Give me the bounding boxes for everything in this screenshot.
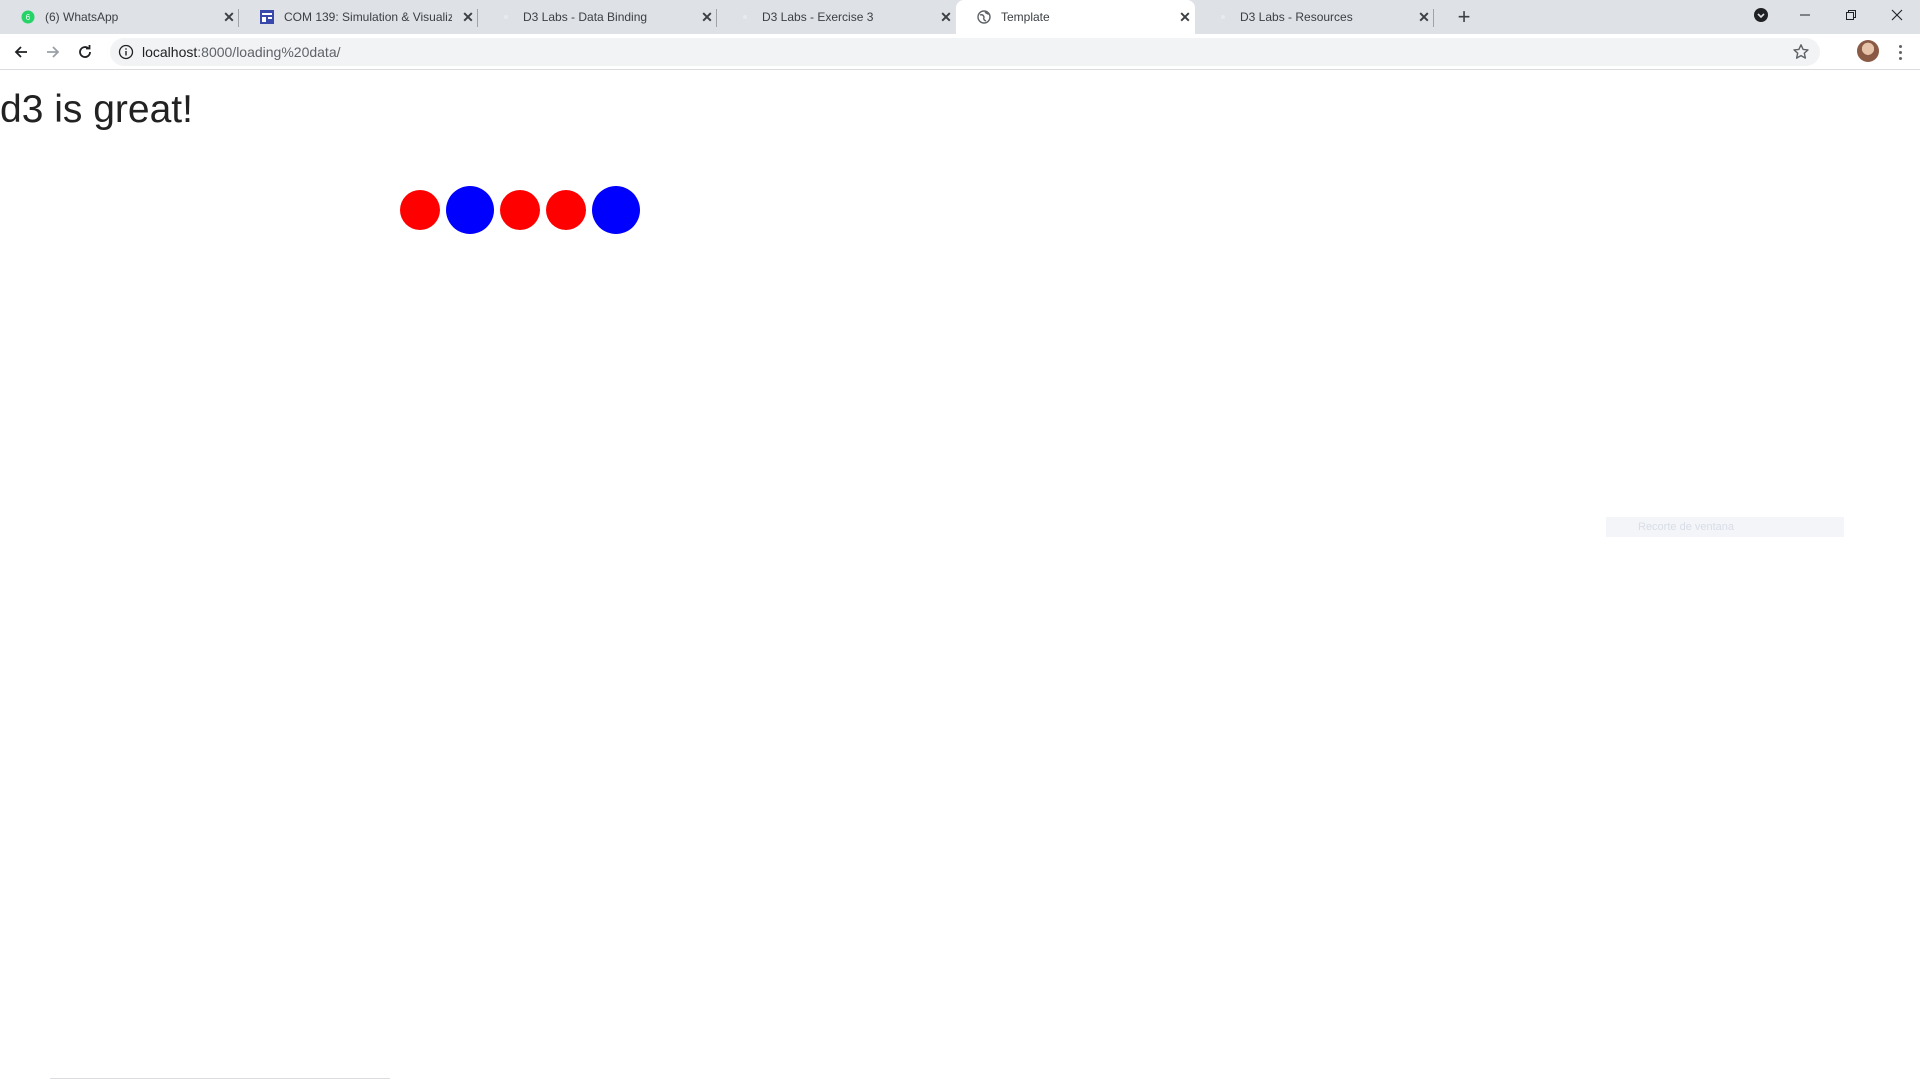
close-icon[interactable]: ✕ — [460, 9, 476, 25]
browser-toolbar: localhost:8000/loading%20data/ — [0, 34, 1920, 70]
url-path: :8000/loading%20data/ — [197, 44, 341, 60]
close-icon[interactable]: ✕ — [938, 9, 954, 25]
close-icon[interactable]: ✕ — [221, 9, 237, 25]
close-icon[interactable]: ✕ — [1416, 9, 1432, 25]
page-icon — [737, 9, 753, 25]
tab-title: D3 Labs - Exercise 3 — [762, 10, 874, 24]
close-icon[interactable]: ✕ — [699, 9, 715, 25]
circle-3 — [500, 190, 540, 230]
tab-separator — [1433, 9, 1434, 27]
tab-title: D3 Labs - Resources — [1240, 10, 1353, 24]
chevron-down-icon — [1754, 8, 1768, 22]
address-bar[interactable]: localhost:8000/loading%20data/ — [110, 38, 1820, 66]
restore-button[interactable] — [1828, 0, 1874, 30]
status-divider — [50, 1078, 390, 1079]
tab-title: (6) WhatsApp — [45, 10, 119, 24]
page-content: d3 is great! Recorte de ventana — [0, 71, 1920, 1080]
browser-menu-button[interactable] — [1890, 40, 1910, 64]
forward-arrow-icon — [47, 46, 60, 58]
new-tab-button[interactable]: + — [1452, 4, 1476, 29]
reload-icon — [79, 45, 91, 58]
bookmark-star-icon[interactable] — [1792, 43, 1810, 61]
tab-com139[interactable]: COM 139: Simulation & Visualiza ✕ — [239, 0, 478, 34]
tab-d3-data-binding[interactable]: D3 Labs - Data Binding ✕ — [478, 0, 717, 34]
tab-d3-resources[interactable]: D3 Labs - Resources ✕ — [1195, 0, 1434, 34]
course-icon — [259, 9, 275, 25]
avatar[interactable] — [1857, 40, 1879, 62]
reload-button[interactable] — [73, 40, 97, 64]
restore-icon — [1846, 10, 1856, 20]
close-icon — [1891, 9, 1903, 21]
circle-1 — [400, 190, 440, 230]
svg-text:6: 6 — [26, 13, 31, 22]
back-button[interactable] — [9, 40, 33, 64]
tab-title: COM 139: Simulation & Visualiza — [284, 10, 452, 24]
minimize-button[interactable] — [1782, 0, 1828, 30]
close-icon[interactable]: ✕ — [1177, 9, 1193, 25]
circles-svg — [400, 186, 640, 234]
circle-5 — [592, 186, 640, 234]
tab-d3-exercise-3[interactable]: D3 Labs - Exercise 3 ✕ — [717, 0, 956, 34]
url-text: localhost:8000/loading%20data/ — [142, 44, 341, 60]
tab-title: Template — [1001, 10, 1050, 24]
close-window-button[interactable] — [1874, 0, 1920, 30]
circle-4 — [546, 190, 586, 230]
globe-icon — [976, 9, 992, 25]
page-icon — [1215, 9, 1231, 25]
whatsapp-icon: 6 — [20, 9, 36, 25]
snip-toast: Recorte de ventana — [1606, 517, 1844, 537]
snip-toast-label: Recorte de ventana — [1638, 521, 1735, 533]
minimize-icon — [1800, 14, 1810, 16]
back-arrow-icon — [14, 46, 27, 58]
tab-strip: 6 (6) WhatsApp ✕ COM 139: Simulation & V… — [0, 0, 1920, 34]
tab-whatsapp[interactable]: 6 (6) WhatsApp ✕ — [0, 0, 239, 34]
url-host: localhost — [142, 44, 198, 60]
circle-2 — [446, 186, 494, 234]
forward-button[interactable] — [41, 40, 65, 64]
tab-search-button[interactable] — [1738, 0, 1784, 30]
info-icon[interactable] — [118, 44, 134, 60]
tab-template[interactable]: Template ✕ — [956, 0, 1195, 34]
page-icon — [498, 9, 514, 25]
tab-title: D3 Labs - Data Binding — [523, 10, 648, 24]
